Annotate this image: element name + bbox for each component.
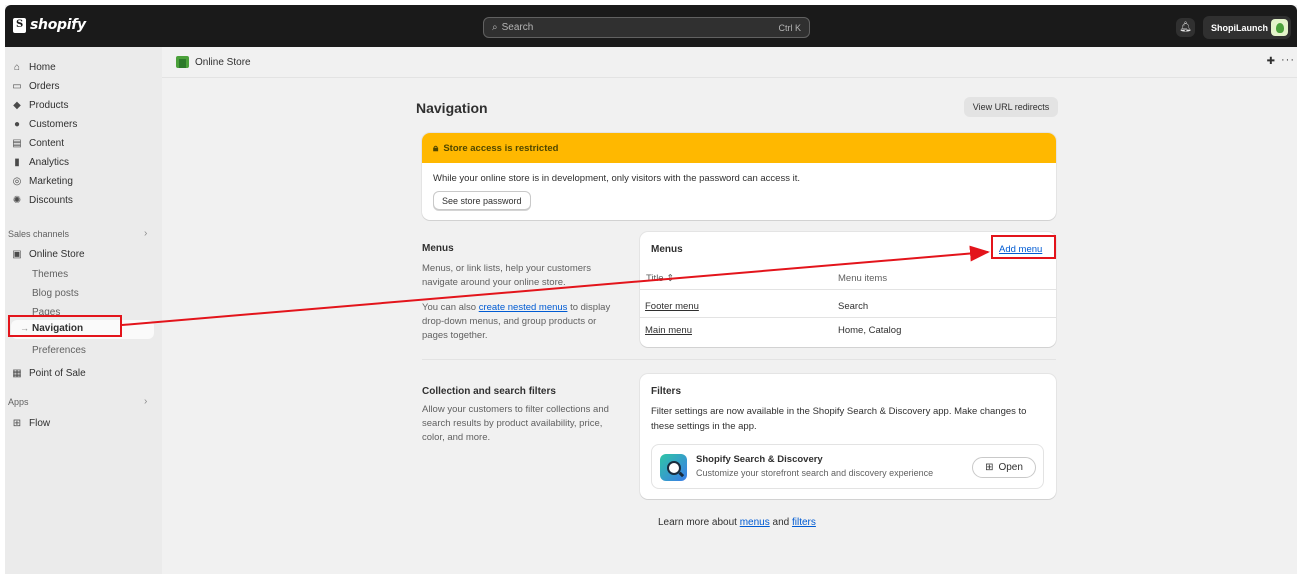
apps-heading[interactable]: Apps — [8, 397, 29, 407]
row-divider — [640, 317, 1056, 318]
filters-section-desc: Allow your customers to filter collectio… — [422, 404, 609, 443]
online-store-icon — [176, 56, 189, 68]
more-options-icon[interactable]: ··· — [1281, 54, 1295, 66]
app-description: Customize your storefront search and dis… — [696, 468, 934, 478]
sidebar-item-analytics[interactable]: ▮ Analytics — [11, 153, 69, 171]
sales-channels-heading[interactable]: Sales channels — [8, 229, 69, 239]
footer-menu-items: Search — [838, 301, 869, 312]
see-store-password-button[interactable]: See store password — [433, 191, 531, 210]
store-menu-button[interactable]: ShopiLaunch — [1203, 16, 1291, 39]
shopify-bag-icon — [13, 17, 26, 33]
flow-icon: ⊞ — [12, 417, 22, 429]
tag-icon: ◆ — [13, 99, 21, 111]
search-discovery-app-icon — [660, 454, 687, 481]
search-placeholder: Search — [501, 22, 534, 33]
sidebar-item-point-of-sale[interactable]: ▦ Point of Sale — [11, 364, 85, 382]
breadcrumb[interactable]: Online Store — [176, 56, 251, 68]
banner-title: Store access is restricted — [443, 142, 559, 154]
open-app-button[interactable]: ⊞ Open — [972, 457, 1036, 478]
footer-menu-link[interactable]: Footer menu — [645, 301, 699, 312]
content-icon: ▤ — [12, 137, 22, 149]
filters-card-desc: Filter settings are now available in the… — [651, 406, 1027, 432]
search-icon: ⌕ — [492, 22, 498, 33]
search-bar[interactable]: ⌕ Search Ctrl K — [483, 17, 810, 38]
sidebar-subitem-blog-posts[interactable]: Blog posts — [32, 284, 79, 302]
filters-section-title: Collection and search filters — [422, 386, 556, 397]
menus-section-desc: Menus, or link lists, help your customer… — [422, 263, 591, 288]
storefront-icon: ▣ — [12, 248, 22, 260]
divider — [162, 77, 1297, 78]
annotation-box-add-menu — [991, 235, 1056, 259]
inbox-icon: ▭ — [12, 80, 22, 92]
target-icon: ◎ — [12, 175, 22, 187]
banner-body: While your online store is in developmen… — [433, 173, 800, 184]
sidebar-item-content[interactable]: ▤ Content — [11, 134, 64, 152]
notifications-bell-icon[interactable]: 🔔︎ — [1176, 18, 1195, 37]
sidebar-item-customers[interactable]: ● Customers — [11, 115, 77, 133]
menus-help-link[interactable]: menus — [740, 517, 770, 528]
table-header: Title ⇕ Menu items — [640, 268, 1056, 290]
main-menu-link[interactable]: Main menu — [645, 325, 692, 336]
discount-icon: ✺ — [12, 194, 22, 206]
shopify-logo[interactable]: shopify — [13, 17, 86, 33]
sidebar-item-products[interactable]: ◆ Products — [11, 96, 68, 114]
apps-icon: ⊞ — [985, 462, 994, 473]
sort-icon: ⇕ — [666, 273, 675, 284]
filters-card: Filters Filter settings are now availabl… — [640, 374, 1056, 499]
sidebar-item-orders[interactable]: ▭ Orders — [11, 77, 59, 95]
main-menu-items: Home, Catalog — [838, 325, 902, 336]
chevron-right-icon[interactable]: › — [144, 396, 147, 407]
sidebar-subitem-preferences[interactable]: Preferences — [32, 341, 86, 359]
sidebar-item-home[interactable]: ⌂ Home — [11, 58, 56, 76]
filters-card-title: Filters — [651, 386, 682, 397]
create-nested-menus-link[interactable]: create nested menus — [479, 302, 568, 313]
store-avatar — [1271, 19, 1288, 36]
sidebar-item-flow[interactable]: ⊞ Flow — [11, 414, 50, 432]
sidebar-item-discounts[interactable]: ✺ Discounts — [11, 191, 73, 209]
view-url-redirects-button[interactable]: View URL redirects — [964, 97, 1058, 117]
banner-header: 🔒︎ Store access is restricted — [422, 133, 1056, 163]
store-name: ShopiLaunch — [1211, 22, 1268, 33]
app-window: shopify ⌕ Search Ctrl K 🔔︎ ShopiLaunch ⌂… — [5, 5, 1297, 574]
store-restricted-banner: 🔒︎ Store access is restricted While your… — [422, 133, 1056, 220]
lock-icon: 🔒︎ — [433, 142, 439, 154]
menus-section-title: Menus — [422, 243, 454, 254]
column-header-title[interactable]: Title ⇕ — [646, 273, 674, 284]
sidebar-item-marketing[interactable]: ◎ Marketing — [11, 172, 73, 190]
menus-card-title: Menus — [651, 244, 683, 255]
pin-icon[interactable]: ✚ — [1267, 56, 1275, 67]
search-shortcut: Ctrl K — [778, 22, 802, 33]
pos-icon: ▦ — [12, 367, 22, 379]
sidebar-subitem-themes[interactable]: Themes — [32, 265, 68, 283]
main-content: Online Store ✚ ··· Navigation View URL r… — [162, 47, 1297, 574]
learn-more-text: Learn more about menus and filters — [658, 517, 816, 528]
sidebar-item-online-store[interactable]: ▣ Online Store — [11, 245, 84, 263]
person-icon: ● — [13, 118, 21, 130]
brand-name: shopify — [30, 17, 86, 33]
top-bar: shopify ⌕ Search Ctrl K 🔔︎ ShopiLaunch — [5, 5, 1297, 47]
chevron-right-icon[interactable]: › — [144, 228, 147, 239]
search-discovery-app-row: Shopify Search & Discovery Customize you… — [651, 444, 1044, 489]
menus-section-desc-2: You can also create nested menus to disp… — [422, 302, 611, 341]
breadcrumb-label: Online Store — [195, 56, 251, 68]
page-title: Navigation — [416, 100, 488, 116]
bar-chart-icon: ▮ — [14, 156, 20, 168]
column-header-menu-items: Menu items — [838, 273, 888, 284]
section-divider — [422, 359, 1056, 360]
home-icon: ⌂ — [13, 61, 21, 73]
filters-help-link[interactable]: filters — [792, 517, 816, 528]
annotation-box-navigation — [8, 315, 122, 337]
sidebar: ⌂ Home ▭ Orders ◆ Products ● Customers ▤ Cont… — [5, 47, 162, 574]
app-name: Shopify Search & Discovery — [696, 454, 823, 465]
